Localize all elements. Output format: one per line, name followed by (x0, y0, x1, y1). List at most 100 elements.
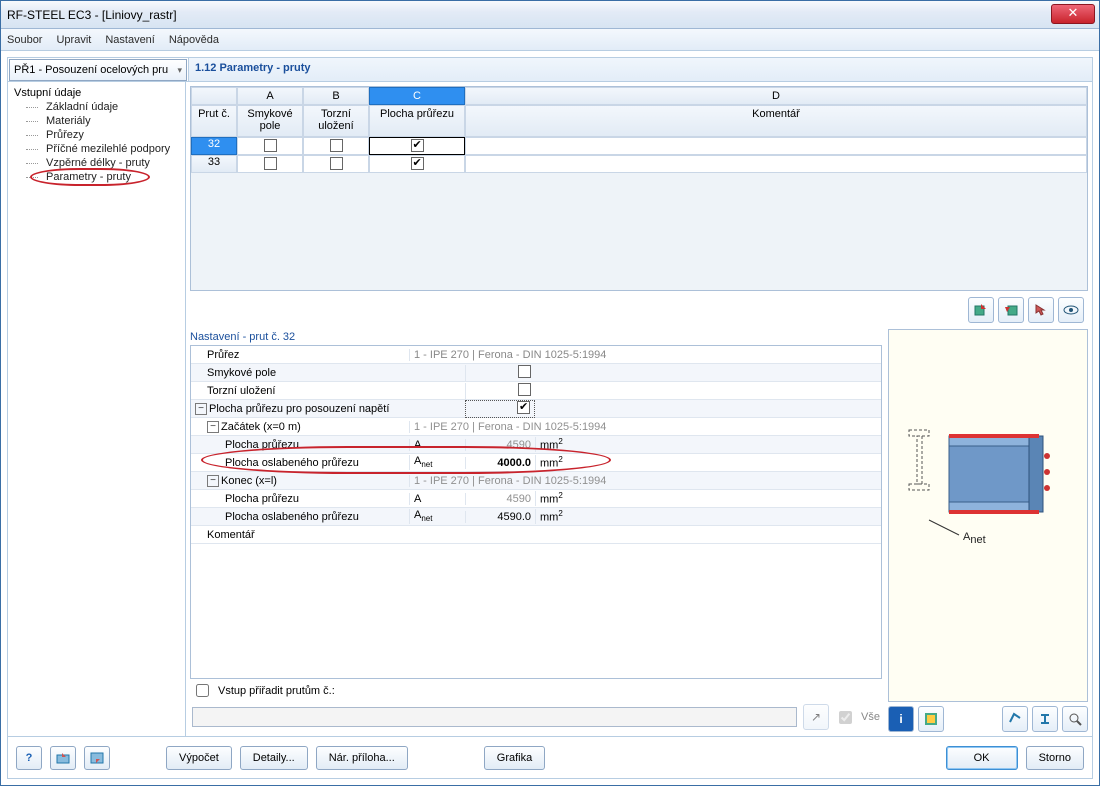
checkbox[interactable] (264, 157, 277, 170)
checkbox[interactable] (264, 139, 277, 152)
checkbox[interactable] (411, 157, 424, 170)
prop-check[interactable] (465, 400, 535, 418)
assign-input[interactable] (192, 707, 797, 727)
app-window: RF-STEEL EC3 - [Liniovy_rastr] ✕ Soubor … (0, 0, 1100, 786)
prop-label: Plocha průřezu (225, 439, 299, 451)
calculate-button[interactable]: Výpočet (166, 746, 232, 770)
prop-check[interactable] (465, 383, 535, 399)
cell-torsion[interactable] (303, 155, 369, 173)
case-combo-value: PŘ1 - Posouzení ocelových pru (14, 64, 168, 76)
prop-check[interactable] (465, 365, 535, 381)
cell-torsion[interactable] (303, 137, 369, 155)
prop-value-editable[interactable]: 4000.0 (465, 457, 535, 469)
tree-item[interactable]: Průřezy (10, 128, 183, 142)
prop-label: Plocha průřezu (225, 493, 299, 505)
nav-tree: Vstupní údaje Základní údaje Materiály P… (8, 82, 186, 736)
content-frame: PŘ1 - Posouzení ocelových pru 1.12 Param… (7, 57, 1093, 779)
tree-item-label: Parametry - pruty (46, 171, 131, 183)
help-button[interactable]: ? (16, 746, 42, 770)
assign-all-checkbox[interactable] (839, 711, 852, 724)
col-header-c[interactable]: Plocha průřezu (369, 105, 465, 137)
col-header-rownum[interactable]: Prut č. (191, 105, 237, 137)
pick-button[interactable] (1028, 297, 1054, 323)
tree-item[interactable]: Vzpěrné délky - pruty (10, 156, 183, 170)
checkbox[interactable] (411, 139, 424, 152)
graphics-button[interactable]: Grafika (484, 746, 545, 770)
case-combo[interactable]: PŘ1 - Posouzení ocelových pru (9, 59, 187, 81)
cell-area[interactable] (369, 137, 465, 155)
ok-button[interactable]: OK (946, 746, 1018, 770)
checkbox[interactable] (330, 139, 343, 152)
info-button[interactable]: i (888, 706, 914, 732)
prop-symbol: Anet (409, 455, 465, 469)
preview-viewport[interactable]: Anet (888, 329, 1088, 702)
prop-unit: mm2 (535, 491, 583, 506)
layers-button[interactable] (918, 706, 944, 732)
close-button[interactable]: ✕ (1051, 4, 1095, 24)
grid-row[interactable]: 33 (191, 155, 1087, 173)
tree-root[interactable]: Vstupní údaje (10, 86, 183, 100)
tree-item-selected[interactable]: Parametry - pruty (10, 170, 183, 184)
cell-comment[interactable] (465, 137, 1087, 155)
settings-panel: Nastavení - prut č. 32 Průřez1 - IPE 270… (190, 329, 882, 732)
prop-value: 1 - IPE 270 | Ferona - DIN 1025-5:1994 (409, 421, 881, 433)
col-header-a[interactable]: Smykové pole (237, 105, 303, 137)
profile-button[interactable] (1032, 706, 1058, 732)
assign-label: Vstup přiřadit prutům č.: (218, 685, 335, 697)
col-letter-blank (191, 87, 237, 105)
grid-toolbar (190, 295, 1088, 325)
footer: ? Výpočet Detaily... Nár. příloha... Gra… (8, 736, 1092, 778)
prop-symbol: Anet (409, 509, 465, 523)
export-button[interactable] (998, 297, 1024, 323)
prop-value: 1 - IPE 270 | Ferona - DIN 1025-5:1994 (409, 475, 881, 487)
zoom-button[interactable] (1062, 706, 1088, 732)
cell-area[interactable] (369, 155, 465, 173)
view-button[interactable] (1058, 297, 1084, 323)
tree-item[interactable]: Základní údaje (10, 100, 183, 114)
col-header-b[interactable]: Torzní uložení (303, 105, 369, 137)
national-annex-button[interactable]: Nár. příloha... (316, 746, 408, 770)
preview-panel: Anet i (888, 329, 1088, 732)
tree-item[interactable]: Příčné mezilehlé podpory (10, 142, 183, 156)
menu-settings[interactable]: Nastavení (105, 34, 155, 46)
prop-label: Plocha oslabeného průřezu (225, 511, 359, 523)
section-preview-icon: Anet (889, 330, 1087, 610)
assign-all-label: Vše (861, 711, 880, 723)
save-button[interactable] (84, 746, 110, 770)
col-letter-b[interactable]: B (303, 87, 369, 105)
cell-shear[interactable] (237, 137, 303, 155)
cs-button[interactable] (1002, 706, 1028, 732)
prop-unit: mm2 (535, 455, 583, 470)
prop-value-editable[interactable]: 4590.0 (465, 511, 535, 523)
load-button[interactable] (50, 746, 76, 770)
menu-edit[interactable]: Upravit (56, 34, 91, 46)
collapse-icon[interactable]: − (195, 403, 207, 415)
prop-symbol: A (409, 439, 465, 451)
checkbox[interactable] (330, 157, 343, 170)
col-letter-d[interactable]: D (465, 87, 1087, 105)
row-number[interactable]: 33 (191, 155, 237, 173)
members-grid[interactable]: A B C D Prut č. Smykové pole Torzní ulož… (190, 86, 1088, 291)
import-button[interactable] (968, 297, 994, 323)
details-button[interactable]: Detaily... (240, 746, 308, 770)
prop-symbol: A (409, 493, 465, 505)
svg-text:Anet: Anet (963, 531, 986, 546)
menu-help[interactable]: Nápověda (169, 34, 219, 46)
tree-item[interactable]: Materiály (10, 114, 183, 128)
assign-pick-button[interactable]: ↗ (803, 704, 829, 730)
row-number[interactable]: 32 (191, 137, 237, 155)
cancel-button[interactable]: Storno (1026, 746, 1084, 770)
assign-checkbox[interactable] (196, 684, 209, 697)
prop-value: 4590 (465, 493, 535, 505)
col-letter-c[interactable]: C (369, 87, 465, 105)
collapse-icon[interactable]: − (207, 421, 219, 433)
cell-shear[interactable] (237, 155, 303, 173)
cell-comment[interactable] (465, 155, 1087, 173)
property-list[interactable]: Průřez1 - IPE 270 | Ferona - DIN 1025-5:… (190, 345, 882, 679)
collapse-icon[interactable]: − (207, 475, 219, 487)
main-panel: A B C D Prut č. Smykové pole Torzní ulož… (186, 82, 1092, 736)
col-header-d[interactable]: Komentář (465, 105, 1087, 137)
menu-file[interactable]: Soubor (7, 34, 42, 46)
grid-row[interactable]: 32 (191, 137, 1087, 155)
col-letter-a[interactable]: A (237, 87, 303, 105)
